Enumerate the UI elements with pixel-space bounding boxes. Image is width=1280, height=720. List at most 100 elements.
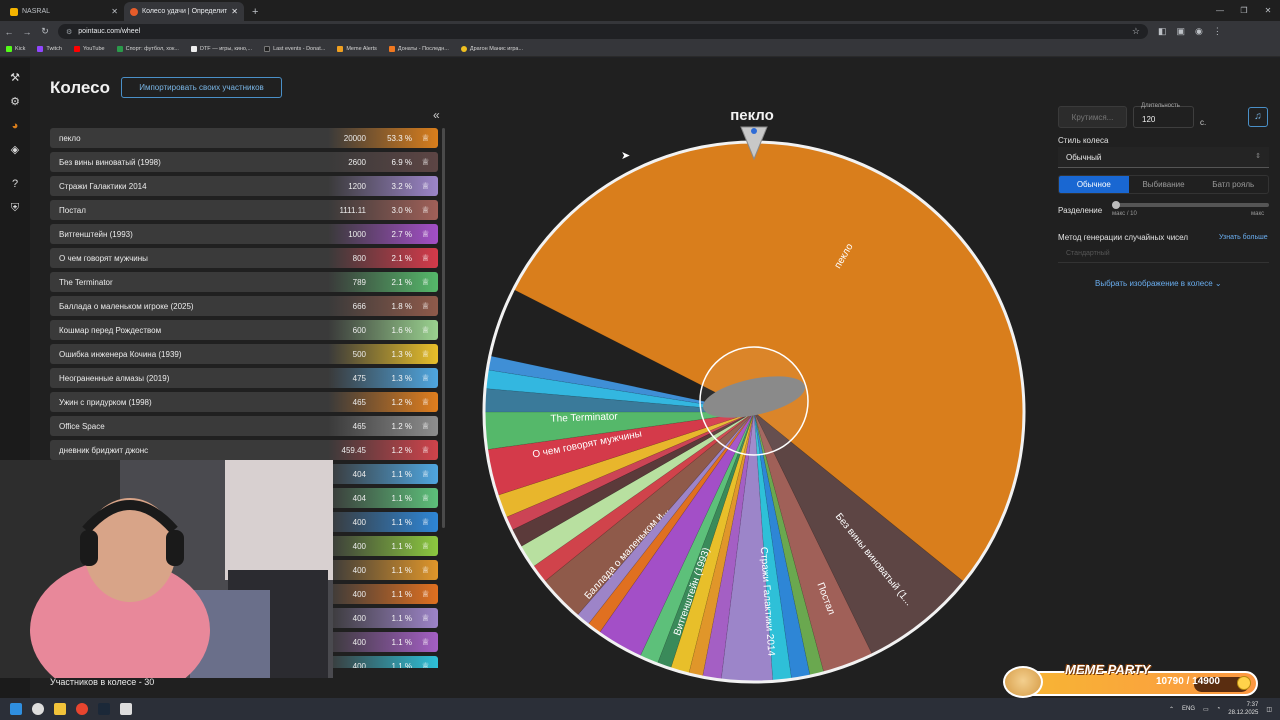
participant-row[interactable]: Ошибка инженера Кочина (1939) 500 1.3 % ♕ xyxy=(50,344,438,364)
trophy-icon[interactable]: ♕ xyxy=(419,587,432,601)
participant-row[interactable]: дневник бриджит джонс 459.45 1.2 % ♕ xyxy=(50,440,438,460)
help-icon[interactable]: ? xyxy=(9,178,21,190)
mode-normal-button[interactable]: Обычное xyxy=(1059,176,1129,193)
participant-row[interactable]: Ужин с придурком (1998) 465 1.2 % ♕ xyxy=(50,392,438,412)
browser-tab[interactable]: NASRAL ✕ xyxy=(4,2,124,21)
participant-amount: 475 xyxy=(352,374,366,383)
participant-row[interactable]: пекло 20000 53.3 % ♕ xyxy=(50,128,438,148)
trophy-icon[interactable]: ♕ xyxy=(419,155,432,169)
network-icon[interactable]: ▭ xyxy=(1203,706,1209,713)
mode-battle-royale-button[interactable]: Батл рояль xyxy=(1198,176,1268,193)
trophy-icon[interactable]: ♕ xyxy=(419,539,432,553)
extension-icon[interactable]: ◧ xyxy=(1158,26,1167,37)
import-participants-button[interactable]: Импортировать своих участников xyxy=(121,77,282,98)
trophy-icon[interactable]: ♕ xyxy=(419,635,432,649)
close-icon[interactable]: ✕ xyxy=(111,7,118,16)
duration-input[interactable]: 120 xyxy=(1133,106,1194,128)
participant-percent: 1.1 % xyxy=(391,494,412,503)
close-window-icon[interactable]: ✕ xyxy=(1256,0,1280,21)
cast-icon[interactable]: ▣ xyxy=(1177,26,1186,37)
trophy-icon[interactable]: ♕ xyxy=(419,611,432,625)
list-scrollbar[interactable] xyxy=(442,128,445,528)
tray-chevron-icon[interactable]: ⌃ xyxy=(1169,706,1174,713)
bookmark-dtf[interactable]: DTF — игры, кино,... xyxy=(190,46,252,52)
trophy-icon[interactable]: ♕ xyxy=(419,203,432,217)
windows-start-icon[interactable] xyxy=(10,703,22,715)
trophy-icon[interactable]: ♕ xyxy=(419,419,432,433)
trophy-icon[interactable]: ♕ xyxy=(419,131,432,145)
rng-select[interactable]: Стандартный xyxy=(1058,247,1269,263)
bookmark-dragon[interactable]: Драгон Манис игра... xyxy=(460,46,523,52)
trophy-icon[interactable]: ♕ xyxy=(419,227,432,241)
language-indicator[interactable]: ENG xyxy=(1182,706,1195,712)
wheel-icon[interactable]: ◕ xyxy=(9,120,21,132)
chrome-icon[interactable] xyxy=(76,703,88,715)
split-slider-thumb[interactable] xyxy=(1112,201,1120,209)
bookmark-youtube[interactable]: YouTube xyxy=(73,46,105,52)
volume-icon[interactable]: ◔ xyxy=(1217,706,1221,712)
bookmark-twitch[interactable]: Twitch xyxy=(37,46,62,52)
bookmark-star-icon[interactable]: ☆ xyxy=(1132,26,1140,37)
url-field[interactable]: ⚙ pointauc.com/wheel ☆ xyxy=(58,24,1148,39)
participant-row[interactable]: О чем говорят мужчины 800 2.1 % ♕ xyxy=(50,248,438,268)
participant-row[interactable]: Баллада о маленьком игроке (2025) 666 1.8 … xyxy=(50,296,438,316)
trophy-icon[interactable]: ♕ xyxy=(419,371,432,385)
yandex-browser-icon[interactable] xyxy=(32,703,44,715)
wheel-style-select[interactable]: Обычный ⇕ xyxy=(1058,147,1269,168)
clock[interactable]: 7:37 28.12.2025 xyxy=(1228,701,1258,717)
spin-button[interactable]: Крутимся... xyxy=(1058,106,1127,128)
shield-icon[interactable]: ⛨ xyxy=(9,202,21,214)
layers-icon[interactable]: ◈ xyxy=(9,144,21,156)
participant-row[interactable]: Кошмар перед Рождеством 600 1.6 % ♕ xyxy=(50,320,438,340)
wheel[interactable]: пекло Без вины виноватый (1... Постал Страж… xyxy=(470,119,1038,698)
trophy-icon[interactable]: ♕ xyxy=(419,563,432,577)
bookmark-sport[interactable]: Спорт: футбол, хок... xyxy=(116,46,179,52)
back-icon[interactable]: ← xyxy=(0,27,18,37)
image-picker-link[interactable]: Выбрать изображение в колесе ⌄ xyxy=(1095,279,1222,288)
profile-icon[interactable]: ◉ xyxy=(1195,26,1203,37)
gavel-icon[interactable]: ⚒ xyxy=(9,72,21,84)
notifications-icon[interactable]: ◫ xyxy=(1266,706,1272,713)
music-icon[interactable]: ♫ xyxy=(1248,107,1268,127)
trophy-icon[interactable]: ♕ xyxy=(419,299,432,313)
bookmark-kick[interactable]: Kick xyxy=(6,46,25,52)
mode-elimination-button[interactable]: Выбивание xyxy=(1129,176,1199,193)
trophy-icon[interactable]: ♕ xyxy=(419,179,432,193)
trophy-icon[interactable]: ♕ xyxy=(419,659,432,668)
trophy-icon[interactable]: ♕ xyxy=(419,467,432,481)
app-icon[interactable] xyxy=(120,703,132,715)
collapse-icon[interactable]: « xyxy=(433,108,440,122)
minimize-icon[interactable]: — xyxy=(1208,0,1232,21)
new-tab-button[interactable]: + xyxy=(244,2,266,21)
trophy-icon[interactable]: ♕ xyxy=(419,395,432,409)
bookmark-meme-alerts[interactable]: Meme Alerts xyxy=(337,46,377,52)
participant-row[interactable]: Витгенштейн (1993) 1000 2.7 % ♕ xyxy=(50,224,438,244)
trophy-icon[interactable]: ♕ xyxy=(419,347,432,361)
participant-row[interactable]: The Terminator 789 2.1 % ♕ xyxy=(50,272,438,292)
split-slider[interactable] xyxy=(1112,201,1269,209)
trophy-icon[interactable]: ♕ xyxy=(419,251,432,265)
trophy-icon[interactable]: ♕ xyxy=(419,443,432,457)
bookmark-donaty[interactable]: Донаты - Последн... xyxy=(388,46,449,52)
forward-icon[interactable]: → xyxy=(18,27,36,37)
participant-row[interactable]: Стражи Галактики 2014 1200 3.2 % ♕ xyxy=(50,176,438,196)
participant-row[interactable]: Office Space 465 1.2 % ♕ xyxy=(50,416,438,436)
maximize-icon[interactable]: ❐ xyxy=(1232,0,1256,21)
trophy-icon[interactable]: ♕ xyxy=(419,491,432,505)
gear-icon[interactable]: ⚙ xyxy=(9,96,21,108)
participant-row[interactable]: Постал 1111.11 3.0 % ♕ xyxy=(50,200,438,220)
trophy-icon[interactable]: ♕ xyxy=(419,515,432,529)
rng-learn-more-link[interactable]: Узнать больше xyxy=(1219,234,1268,241)
bookmark-donat[interactable]: Last events - Donat... xyxy=(264,46,325,52)
participant-row[interactable]: Неограненные алмазы (2019) 475 1.3 % ♕ xyxy=(50,368,438,388)
browser-tab-active[interactable]: Колесо удачи | Определите по ✕ xyxy=(124,2,244,21)
close-icon[interactable]: ✕ xyxy=(231,7,238,16)
menu-icon[interactable]: ⋮ xyxy=(1213,26,1222,37)
trophy-icon[interactable]: ♕ xyxy=(419,275,432,289)
steam-icon[interactable] xyxy=(98,703,110,715)
participant-row[interactable]: Без вины виноватый (1998) 2600 6.9 % ♕ xyxy=(50,152,438,172)
trophy-icon[interactable]: ♕ xyxy=(419,323,432,337)
file-explorer-icon[interactable] xyxy=(54,703,66,715)
site-info-icon[interactable]: ⚙ xyxy=(66,28,72,36)
reload-icon[interactable]: ↻ xyxy=(36,26,54,37)
